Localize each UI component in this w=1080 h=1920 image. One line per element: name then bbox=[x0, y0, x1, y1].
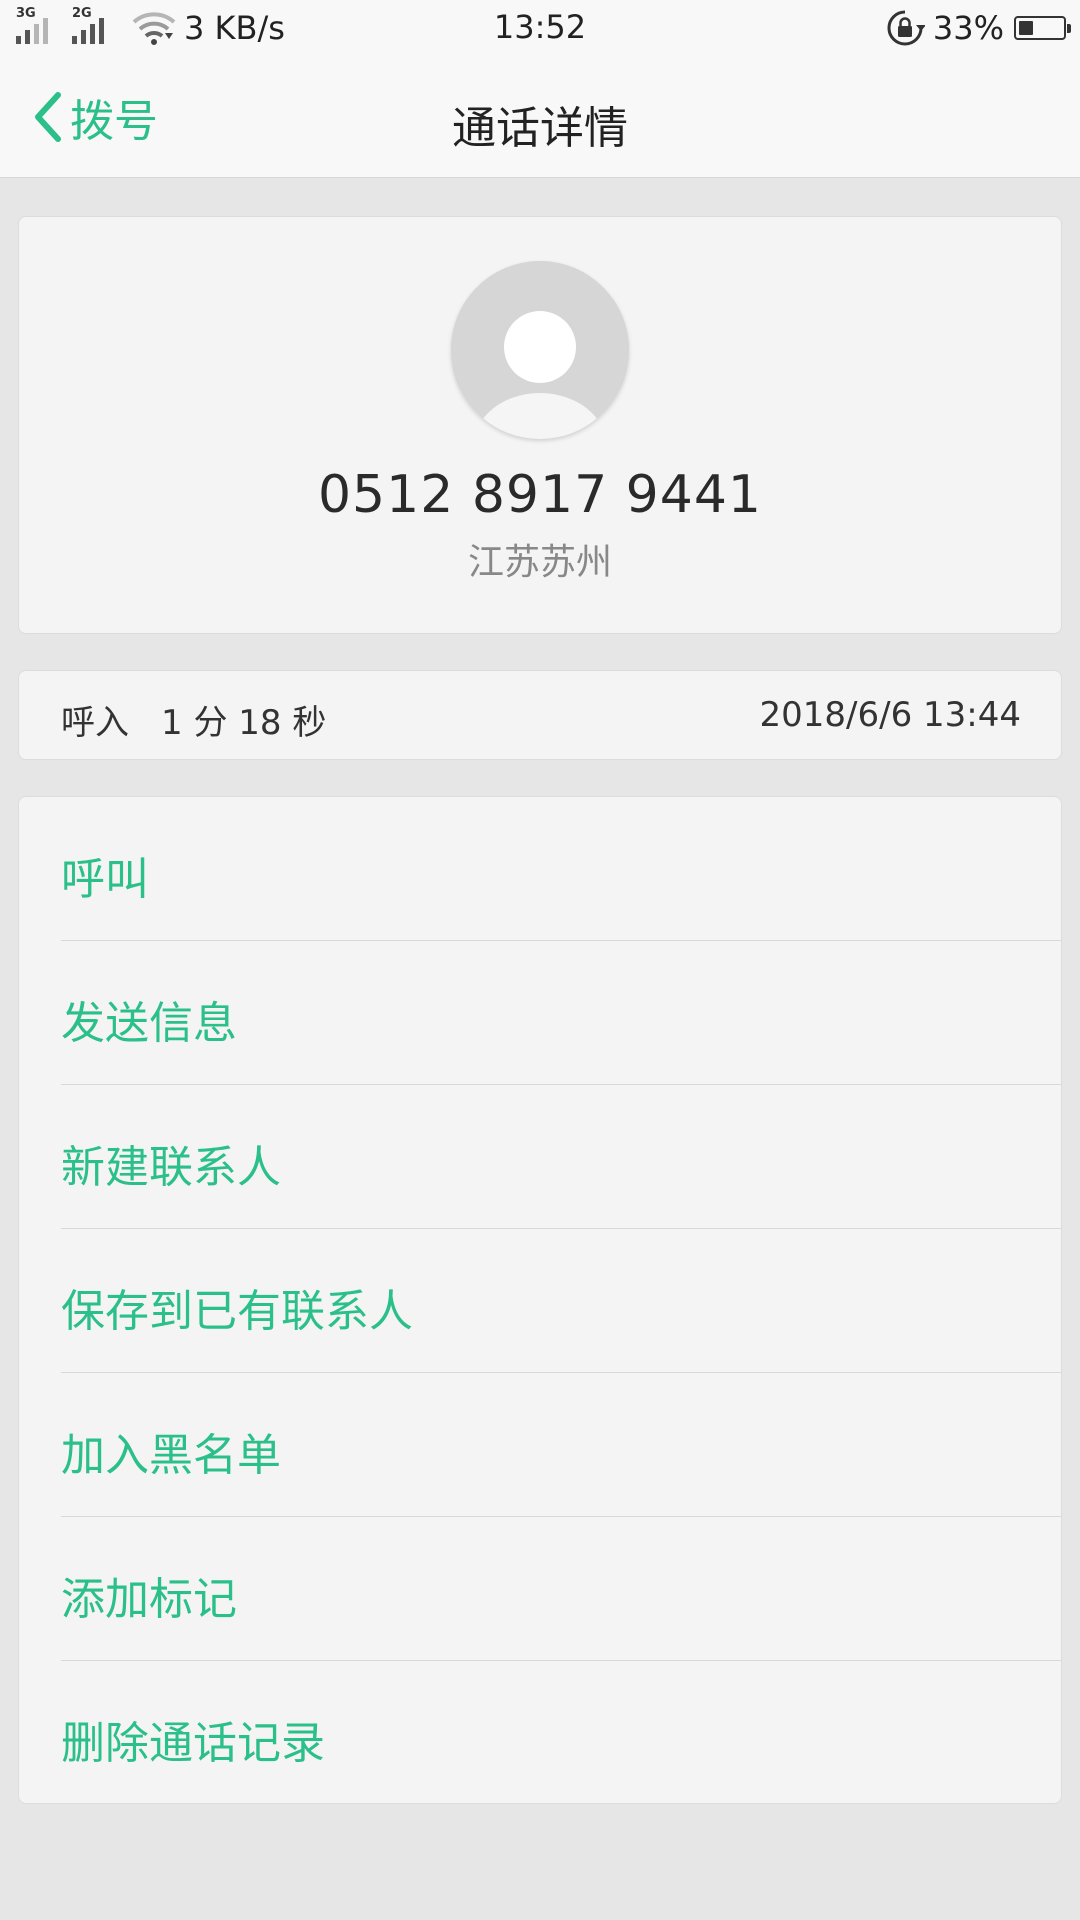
save-to-existing-contact-action[interactable]: 保存到已有联系人 bbox=[19, 1229, 1061, 1373]
call-datetime: 2018/6/6 13:44 bbox=[759, 695, 1022, 735]
action-label: 保存到已有联系人 bbox=[61, 1286, 413, 1337]
phone-number: 0512 8917 9441 bbox=[317, 465, 763, 525]
action-label: 删除通话记录 bbox=[61, 1718, 325, 1769]
action-label: 添加标记 bbox=[61, 1574, 237, 1625]
actions-card: 呼叫 发送信息 新建联系人 保存到已有联系人 加入黑名单 添加标记 删除通话记录 bbox=[18, 796, 1062, 1804]
call-record-card: 呼入 1 分 18 秒 2018/6/6 13:44 bbox=[18, 670, 1062, 760]
battery-fill bbox=[1019, 21, 1033, 35]
battery-icon bbox=[1014, 16, 1071, 40]
phone-location: 江苏苏州 bbox=[467, 542, 612, 583]
action-label: 呼叫 bbox=[61, 854, 149, 905]
avatar bbox=[451, 261, 629, 439]
delete-call-record-action[interactable]: 删除通话记录 bbox=[19, 1661, 1061, 1805]
contact-profile-card: 0512 8917 9441 江苏苏州 bbox=[18, 216, 1062, 634]
action-label: 发送信息 bbox=[61, 998, 237, 1049]
battery-percent: 33% bbox=[932, 9, 1004, 47]
status-bar: 3G 2G 3 KB/s 13:52 33% bbox=[0, 0, 1080, 56]
add-tag-action[interactable]: 添加标记 bbox=[19, 1517, 1061, 1661]
new-contact-action[interactable]: 新建联系人 bbox=[19, 1085, 1061, 1229]
page-title: 通话详情 bbox=[452, 103, 628, 154]
add-to-blacklist-action[interactable]: 加入黑名单 bbox=[19, 1373, 1061, 1517]
send-message-action[interactable]: 发送信息 bbox=[19, 941, 1061, 1085]
status-right: 33% bbox=[885, 6, 1071, 50]
call-duration: 1 分 18 秒 bbox=[161, 703, 327, 743]
call-type: 呼入 bbox=[61, 703, 129, 743]
nav-bar: 拨号 通话详情 bbox=[0, 56, 1080, 178]
call-action[interactable]: 呼叫 bbox=[19, 797, 1061, 941]
action-label: 新建联系人 bbox=[61, 1142, 281, 1193]
default-avatar-icon bbox=[451, 261, 629, 439]
rotation-lock-icon bbox=[887, 10, 925, 46]
action-label: 加入黑名单 bbox=[61, 1430, 281, 1481]
